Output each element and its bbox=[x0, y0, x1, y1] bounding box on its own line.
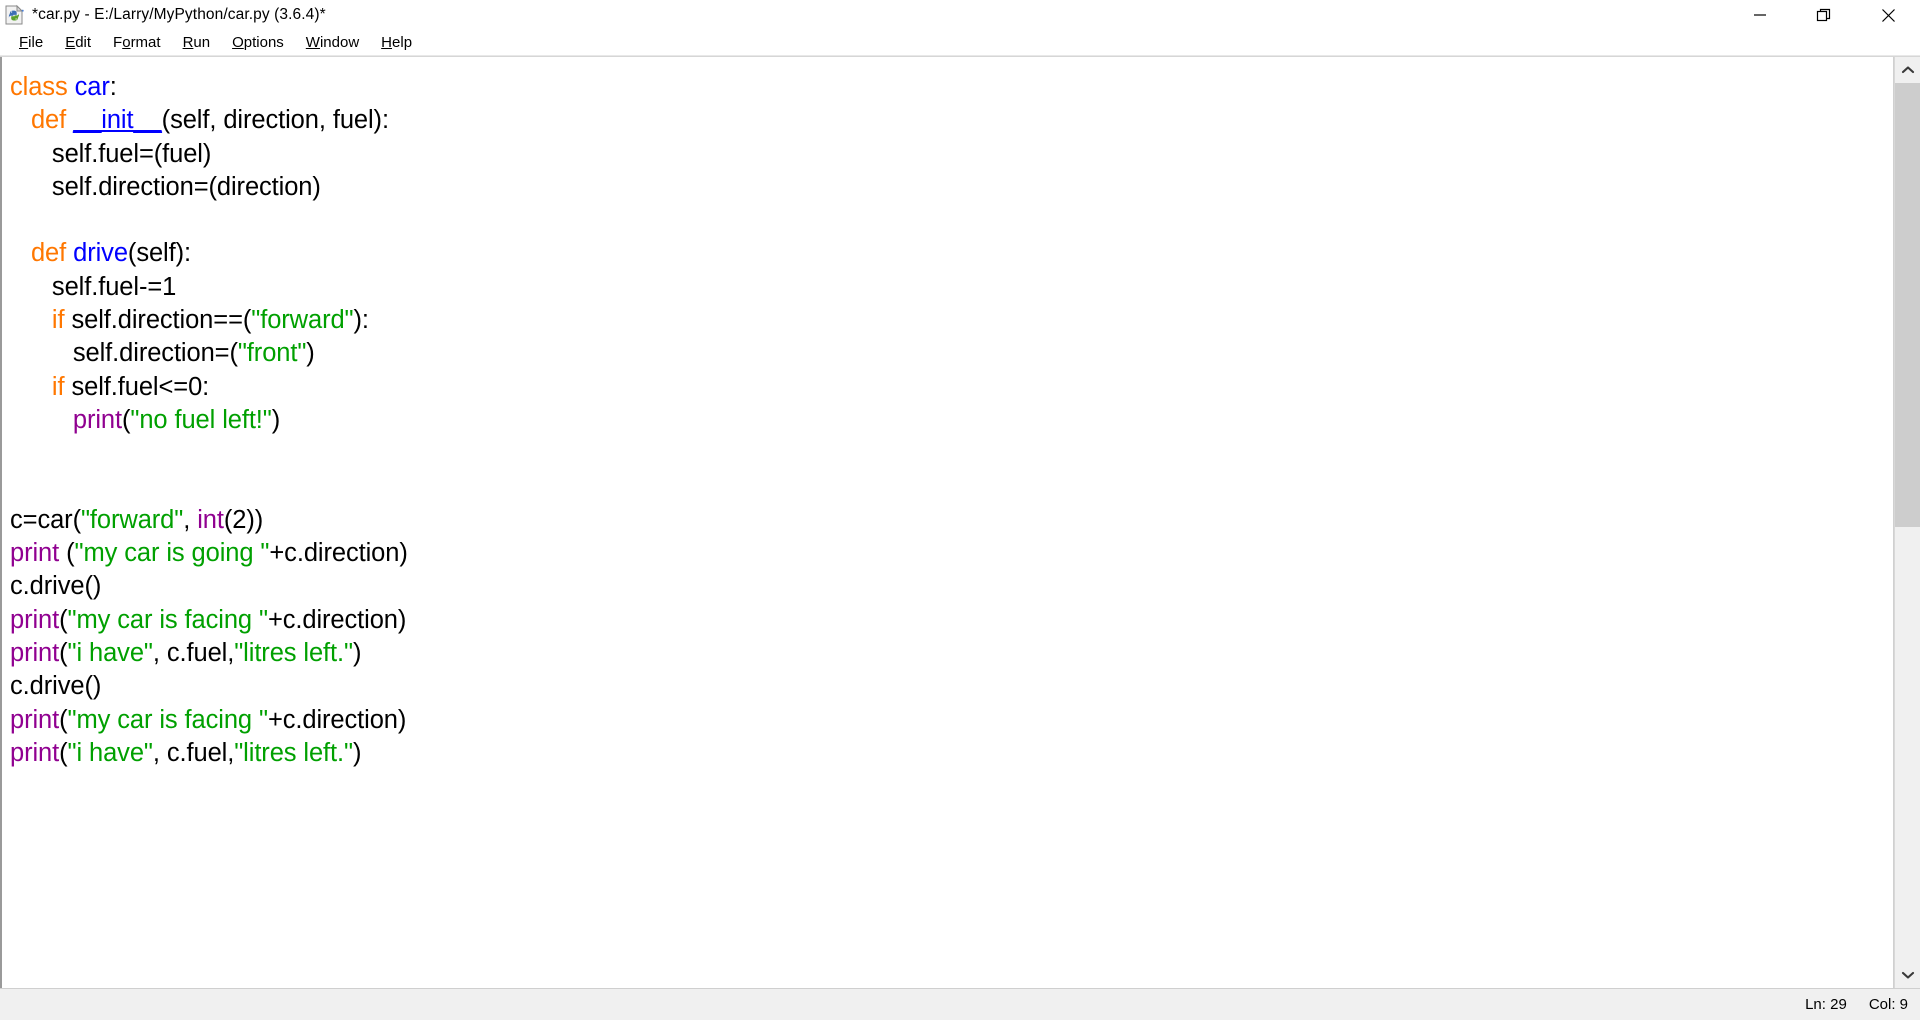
scroll-down-button[interactable] bbox=[1895, 962, 1920, 988]
idle-editor-window: *car.py - E:/Larry/MyPython/car.py (3.6.… bbox=[0, 0, 1920, 1020]
code-line: self.fuel=(fuel) bbox=[51, 139, 212, 168]
code-line: print("i have", c.fuel,"litres left.") bbox=[10, 639, 362, 668]
code-line: self.direction=("front") bbox=[72, 339, 315, 368]
code-line: print("my car is facing "+c.direction) bbox=[10, 605, 407, 634]
menu-item-help[interactable]: Help bbox=[370, 31, 423, 55]
close-icon bbox=[1881, 8, 1895, 22]
minimize-button[interactable] bbox=[1728, 0, 1792, 30]
source-code: class car: def __init__(self, direction,… bbox=[10, 71, 1893, 770]
code-line: c.drive() bbox=[10, 672, 102, 701]
menu-item-format[interactable]: Format bbox=[102, 31, 172, 55]
code-line: self.direction=(direction) bbox=[51, 172, 321, 201]
code-line: c=car("forward", int(2)) bbox=[10, 505, 264, 534]
code-text-area[interactable]: class car: def __init__(self, direction,… bbox=[0, 57, 1894, 988]
menu-item-window[interactable]: Window bbox=[295, 31, 370, 55]
restore-icon bbox=[1816, 8, 1831, 22]
scroll-up-button[interactable] bbox=[1895, 57, 1920, 83]
chevron-down-icon bbox=[1901, 971, 1914, 979]
code-line: if self.fuel<=0: bbox=[51, 372, 210, 401]
window-title: *car.py - E:/Larry/MyPython/car.py (3.6.… bbox=[32, 6, 326, 23]
title-bar: *car.py - E:/Larry/MyPython/car.py (3.6.… bbox=[0, 0, 1920, 30]
menu-bar: File Edit Format Run Options Window Help bbox=[0, 30, 1920, 56]
scrollbar-track[interactable] bbox=[1895, 83, 1920, 962]
code-line: print ("my car is going "+c.direction) bbox=[10, 539, 408, 568]
code-line: class car: bbox=[10, 73, 117, 101]
code-line: if self.direction==("forward"): bbox=[51, 306, 369, 335]
code-line: def __init__(self, direction, fuel): bbox=[30, 106, 389, 135]
restore-button[interactable] bbox=[1792, 0, 1856, 30]
python-file-icon bbox=[4, 4, 26, 26]
code-line: def drive(self): bbox=[30, 239, 191, 268]
editor-area: class car: def __init__(self, direction,… bbox=[0, 56, 1920, 988]
status-column-indicator: Col: 9 bbox=[1868, 996, 1908, 1013]
status-bar: Ln: 29 Col: 9 bbox=[0, 988, 1920, 1020]
code-line: print("my car is facing "+c.direction) bbox=[10, 705, 407, 734]
vertical-scrollbar[interactable] bbox=[1894, 57, 1920, 988]
code-line: self.fuel-=1 bbox=[51, 272, 177, 301]
chevron-up-icon bbox=[1901, 66, 1914, 74]
menu-item-edit[interactable]: Edit bbox=[54, 31, 102, 55]
menu-item-file[interactable]: File bbox=[8, 31, 54, 55]
code-line: print("no fuel left!") bbox=[72, 405, 281, 434]
close-button[interactable] bbox=[1856, 0, 1920, 30]
status-line-indicator: Ln: 29 bbox=[1805, 996, 1847, 1013]
code-line: print("i have", c.fuel,"litres left.") bbox=[10, 738, 362, 767]
minimize-icon bbox=[1754, 14, 1766, 16]
menu-item-run[interactable]: Run bbox=[172, 31, 222, 55]
code-line: c.drive() bbox=[10, 572, 102, 601]
window-controls bbox=[1728, 0, 1920, 30]
menu-item-options[interactable]: Options bbox=[221, 31, 295, 55]
scrollbar-thumb[interactable] bbox=[1895, 83, 1920, 527]
